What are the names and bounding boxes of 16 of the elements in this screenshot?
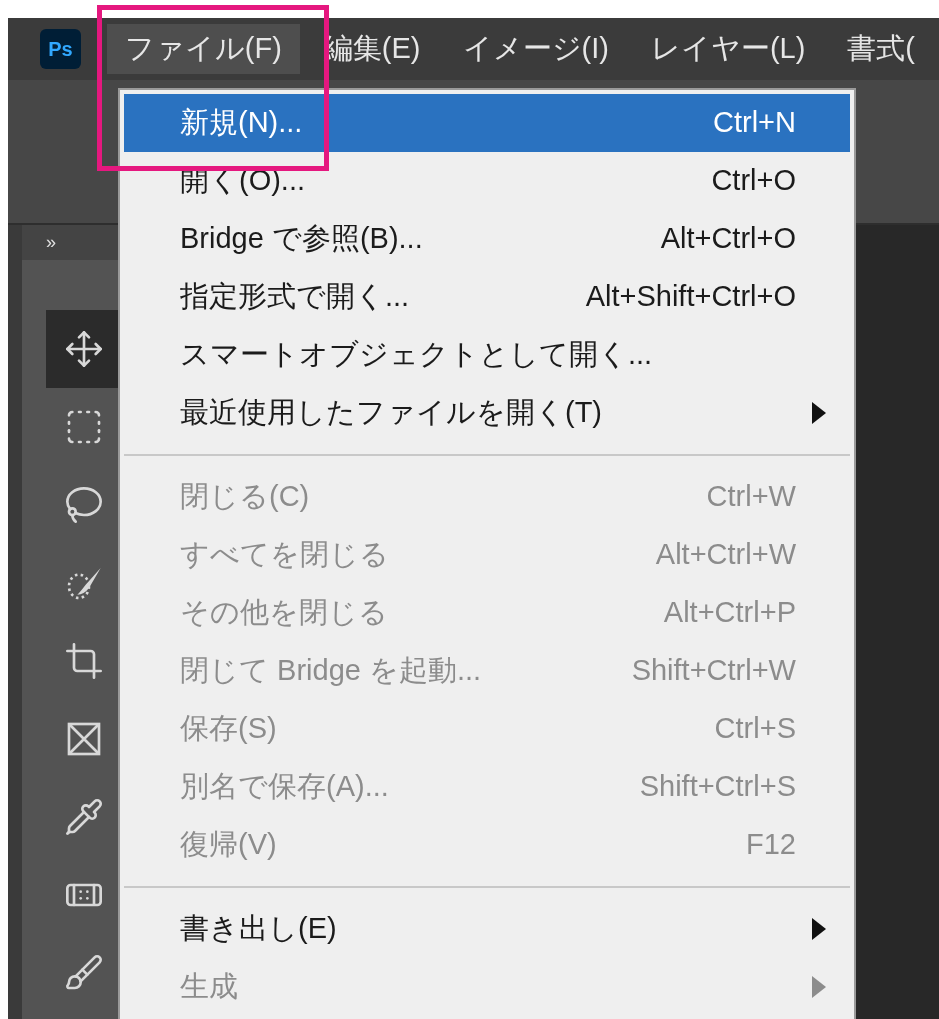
menu-item[interactable]: 最近使用したファイルを開く(T) [124,384,850,442]
lasso-icon [64,485,104,525]
menu-item[interactable]: Bridge で参照(B)... Alt+Ctrl+O [124,210,850,268]
eyedropper-icon [64,797,104,837]
move-icon [64,329,104,369]
menu-bar-item[interactable]: ファイル(F) [106,24,300,74]
menu-bar-item[interactable]: 書式( [829,24,933,74]
menu-item[interactable]: 新規(N)... Ctrl+N [124,94,850,152]
app-logo: Ps [40,29,81,69]
menu-bar-item[interactable]: イメージ(I) [444,24,627,74]
crop-icon [64,641,104,681]
collapse-panel-button[interactable]: » [46,229,56,256]
menu-bar-item[interactable]: レイヤー(L) [632,24,824,74]
menu-item[interactable]: 指定形式で開く... Alt+Shift+Ctrl+O [124,268,850,326]
menu-item[interactable]: 書き出し(E) [124,900,850,958]
menu-item[interactable]: スマートオブジェクトとして開く... [124,326,850,384]
